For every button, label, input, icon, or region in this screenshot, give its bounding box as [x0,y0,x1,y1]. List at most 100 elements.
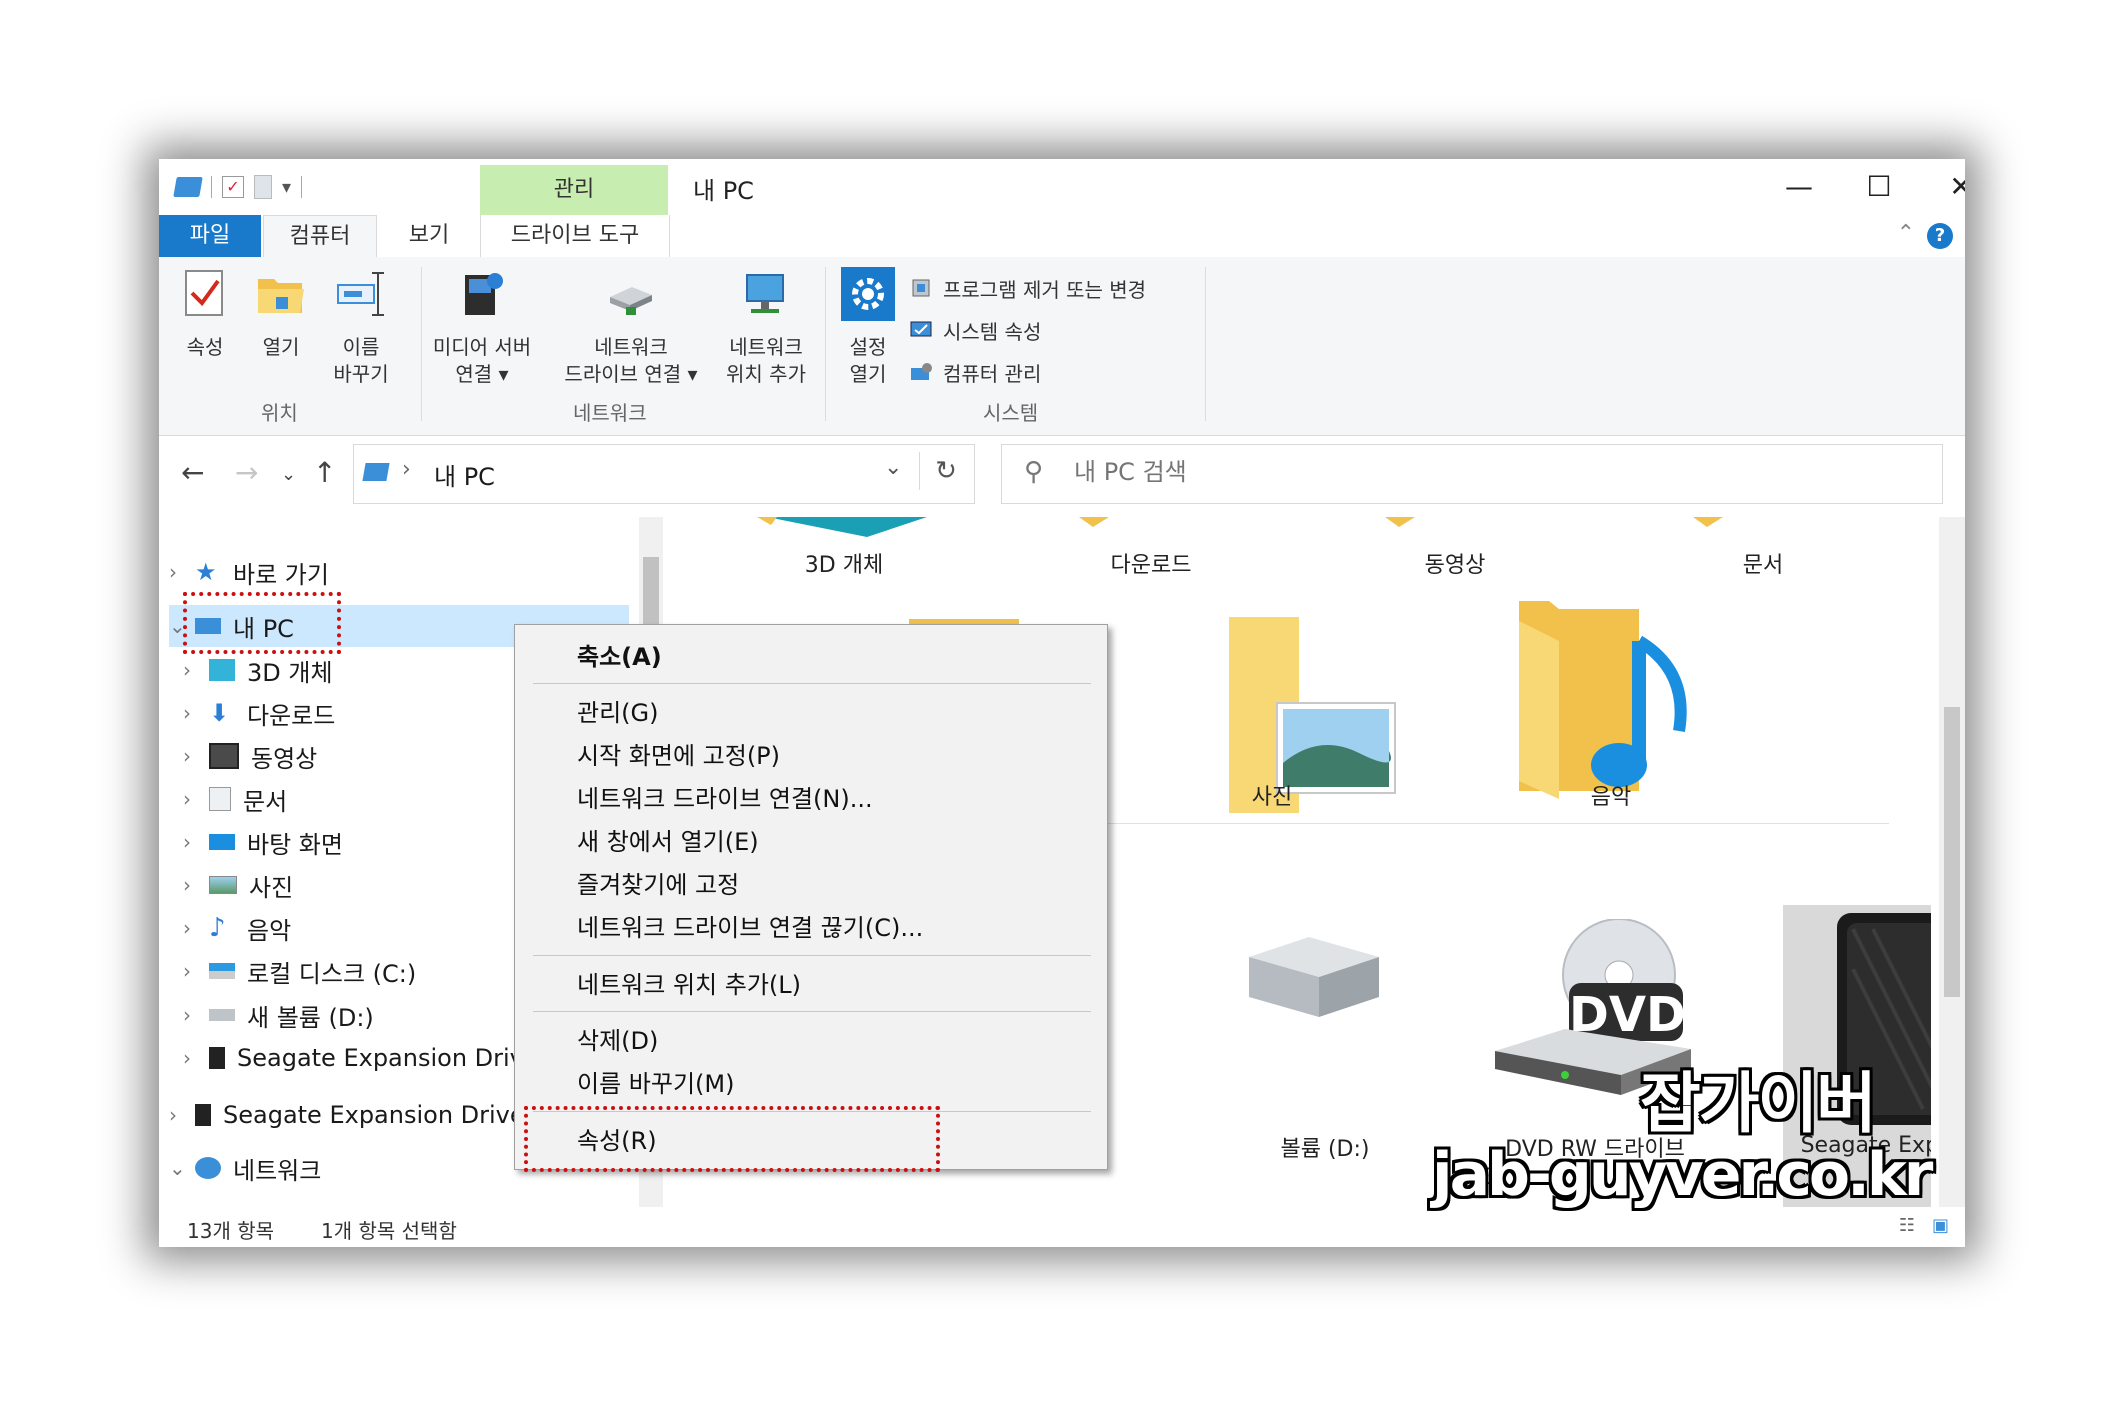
chevron-right-icon[interactable]: › [183,701,209,725]
tree-label: Seagate Expansion Drive [237,1044,539,1072]
drive-label[interactable]: 볼륨 (D:) [1255,1131,1395,1163]
chevron-down-icon[interactable]: ⌄ [169,1156,195,1180]
menu-item-collapse[interactable]: 축소(A) [577,637,662,672]
folder-label[interactable]: 음악 [1501,779,1721,811]
chevron-right-icon[interactable]: › [183,658,209,682]
maximize-button[interactable]: ☐ [1839,161,1919,211]
folder-label[interactable]: 문서 [1653,547,1873,579]
folder-label[interactable]: 동영상 [1345,547,1565,579]
chevron-right-icon[interactable]: › [183,1046,209,1070]
rename-button[interactable]: 이름 바꾸기 [323,267,399,388]
up-arrow-icon[interactable]: ↑ [313,456,336,489]
menu-item-manage[interactable]: 관리(G) [577,693,658,728]
details-view-icon[interactable]: ☷ [1899,1215,1915,1236]
external-drive-icon [195,1104,211,1126]
chevron-right-icon[interactable]: › [183,787,209,811]
window-title: 내 PC [693,177,754,205]
refresh-icon[interactable]: ↻ [919,452,972,490]
drive-icon [1249,937,1379,1017]
scrollbar-thumb[interactable] [1944,707,1960,997]
tab-file[interactable]: 파일 [159,215,261,257]
new-folder-icon[interactable] [254,175,272,199]
minimize-button[interactable]: — [1759,161,1839,211]
open-button[interactable]: 열기 [251,267,311,361]
map-network-drive-button[interactable]: 네트워크 드라이브 연결 ▾ [551,267,711,388]
checkmark-icon[interactable]: ✓ [222,176,244,198]
uninstall-program-button[interactable]: 프로그램 제거 또는 변경 [909,271,1146,305]
tree-label: 네트워크 [233,1156,322,1185]
chevron-right-icon[interactable]: › [183,916,209,940]
help-icon[interactable]: ? [1927,223,1953,249]
forward-arrow-icon[interactable]: → [235,456,258,489]
tree-label: 동영상 [251,744,318,773]
menu-separator [533,683,1091,684]
tab-computer[interactable]: 컴퓨터 [263,215,377,259]
tree-item-desktop[interactable]: › 바탕 화면 [183,821,343,863]
tree-label: 바탕 화면 [247,830,343,859]
open-settings-button[interactable]: 설정 열기 [835,267,901,388]
settings-label-2: 열기 [849,362,887,386]
qat-dropdown-icon[interactable]: ▾ [282,177,291,198]
chevron-right-icon[interactable]: › [183,830,209,854]
tree-item-network[interactable]: ⌄ 네트워크 [169,1147,321,1189]
music-note-icon: ♪ [209,913,226,943]
tree-item-downloads[interactable]: › ⬇ 다운로드 [183,692,335,734]
tree-item-videos[interactable]: › 동영상 [183,735,317,777]
content-scrollbar[interactable] [1939,517,1965,1207]
close-button[interactable]: ✕ [1921,161,1965,211]
add-network-location-button[interactable]: 네트워크 위치 추가 [711,267,821,388]
address-bar[interactable]: › 내 PC ⌄ [353,444,975,504]
large-icons-view-icon[interactable]: ▣ [1932,1215,1949,1236]
menu-item-add-network-location[interactable]: 네트워크 위치 추가(L) [577,965,801,1000]
chevron-right-icon[interactable]: › [402,457,411,482]
back-arrow-icon[interactable]: ← [181,456,204,489]
tree-item-volume-d[interactable]: › 새 볼륨 (D:) [183,994,374,1036]
properties-button[interactable]: 속성 [175,267,235,361]
tab-view[interactable]: 보기 [389,215,469,257]
chevron-right-icon[interactable]: › [183,873,209,897]
menu-item-delete[interactable]: 삭제(D) [577,1021,658,1056]
recent-locations-icon[interactable]: ⌄ [281,464,296,485]
menu-item-pin-start[interactable]: 시작 화면에 고정(P) [577,736,780,771]
address-path[interactable]: 내 PC [434,457,495,492]
collapse-ribbon-icon[interactable]: ⌃ [1897,221,1915,246]
menu-item-map-drive[interactable]: 네트워크 드라이브 연결(N)... [577,779,873,814]
tree-item-music[interactable]: › ♪ 음악 [183,907,291,949]
computer-management-button[interactable]: 컴퓨터 관리 [909,355,1041,389]
menu-item-disconnect-drive[interactable]: 네트워크 드라이브 연결 끊기(C)... [577,908,923,943]
computer-manage-icon [911,363,932,380]
folder-label[interactable]: 다운로드 [1041,547,1261,579]
tree-item-local-disk-c[interactable]: › 로컬 디스크 (C:) [183,950,416,992]
tree-item-pictures[interactable]: › 사진 [183,864,293,906]
media-server-label-1: 미디어 서버 [432,335,532,359]
star-icon: ★ [195,558,217,586]
chevron-right-icon[interactable]: › [183,744,209,768]
folder-label[interactable]: 3D 개체 [734,547,954,579]
highlight-properties [524,1106,940,1172]
pc-icon[interactable] [173,177,203,197]
map-drive-label-1: 네트워크 [594,335,668,359]
tree-item-3d-objects[interactable]: › 3D 개체 [183,649,333,691]
tree-item-quick-access[interactable]: › ★ 바로 가기 [169,551,329,593]
tree-item-documents[interactable]: › 문서 [183,778,287,820]
chevron-right-icon[interactable]: › [169,560,195,584]
tree-label: 새 볼륨 (D:) [247,1003,374,1032]
manage-context-tab[interactable]: 관리 [480,165,668,215]
chevron-right-icon[interactable]: › [169,1103,195,1127]
menu-item-pin-favorites[interactable]: 즐겨찾기에 고정 [577,865,739,900]
uninstall-icon [912,279,930,297]
chevron-right-icon[interactable]: › [183,1003,209,1027]
menu-item-open-new-window[interactable]: 새 창에서 열기(E) [577,822,759,857]
chevron-down-icon[interactable]: ⌄ [884,455,902,480]
search-box[interactable]: ⚲ [1001,444,1943,504]
search-input[interactable] [1072,457,1876,487]
system-properties-button[interactable]: 시스템 속성 [909,313,1041,347]
media-server-button[interactable]: 미디어 서버 연결 ▾ [417,267,547,388]
qat-separator [211,176,212,198]
menu-item-rename[interactable]: 이름 바꾸기(M) [577,1064,734,1099]
chevron-right-icon[interactable]: › [183,959,209,983]
tree-label: Seagate Expansion Drive [223,1101,525,1129]
folder-label[interactable]: 사진 [1217,779,1327,811]
tab-drive-tools[interactable]: 드라이브 도구 [480,215,670,257]
tree-label: 사진 [249,873,294,902]
